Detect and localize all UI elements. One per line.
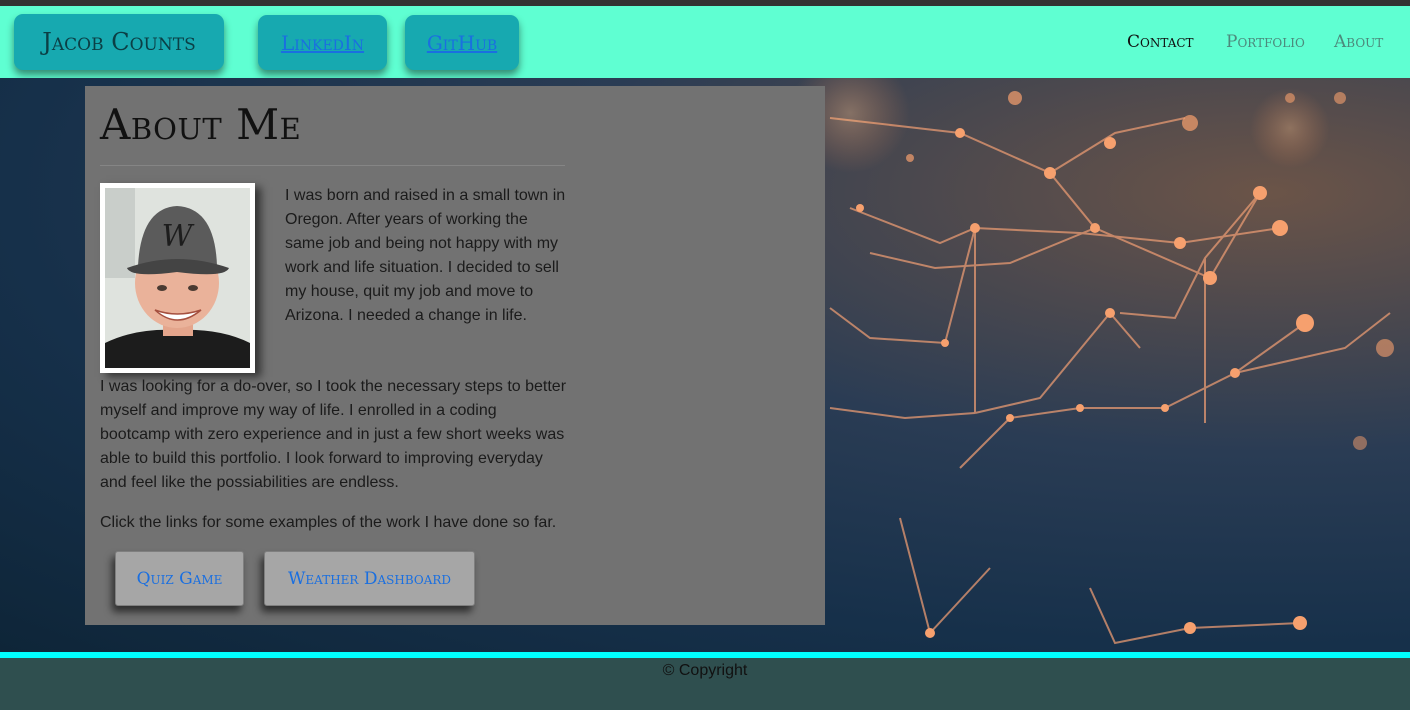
about-intro-text: I was born and raised in a small town in… [285,187,566,324]
quiz-game-button[interactable]: Quiz Game [115,551,244,606]
weather-dashboard-button[interactable]: Weather Dashboard [264,551,475,606]
nav-link-portfolio[interactable]: Portfolio [1226,32,1305,52]
nav-link-about[interactable]: About [1334,32,1383,52]
brand-button[interactable]: Jacob Counts [14,14,224,70]
copyright-text: © Copyright [662,662,748,679]
heading-divider [100,165,565,166]
navbar: Jacob Counts LinkedIn GitHub Contact Por… [0,6,1410,78]
linkedin-button[interactable]: LinkedIn [258,15,387,70]
footer: © Copyright [0,658,1410,710]
github-button[interactable]: GitHub [405,15,519,70]
nav-link-contact[interactable]: Contact [1127,32,1194,52]
hero-section: About Me W I was born and raised in a sm… [0,78,1410,652]
about-heading: About Me [100,100,302,149]
about-cta-text: Click the links for some examples of the… [100,514,557,531]
profile-photo: W [100,183,255,373]
svg-text:W: W [162,219,195,254]
about-story-text: I was looking for a do-over, so I took t… [100,378,567,491]
about-panel: About Me W I was born and raised in a sm… [85,86,825,625]
